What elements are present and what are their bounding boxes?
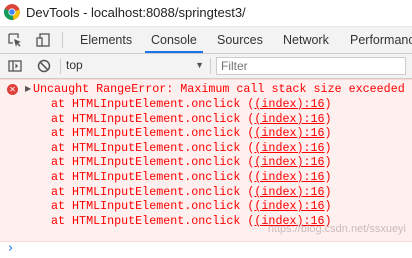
- source-link[interactable]: (index):16: [254, 199, 324, 213]
- window-title-bar: DevTools - localhost:8088/springtest3/: [0, 0, 412, 27]
- stack-frame-text: at HTMLInputElement.onclick (: [51, 213, 255, 228]
- console-prompt[interactable]: ›: [0, 241, 412, 258]
- error-text: Uncaught RangeError: Maximum call stack …: [33, 82, 405, 96]
- stack-trace-line: at HTMLInputElement.onclick ((index):16): [51, 112, 332, 126]
- source-link[interactable]: (index):16: [254, 126, 324, 140]
- stack-trace-line: at HTMLInputElement.onclick ((index):16): [51, 141, 332, 155]
- window-title: DevTools - localhost:8088/springtest3/: [26, 5, 246, 20]
- stack-trace-line: at HTMLInputElement.onclick ((index):16): [51, 155, 332, 169]
- stack-frame-text: at HTMLInputElement.onclick (: [51, 140, 255, 155]
- stack-trace-line: at HTMLInputElement.onclick ((index):16): [51, 199, 332, 213]
- stack-frame-suffix: ): [324, 184, 332, 199]
- devtools-tab-strip: Elements Console Sources Network Perform…: [0, 27, 412, 54]
- stack-frame-suffix: ): [324, 199, 332, 214]
- stack-trace-line: at HTMLInputElement.onclick ((index):16): [51, 97, 332, 111]
- tab-sources[interactable]: Sources: [217, 27, 263, 53]
- stack-frame-text: at HTMLInputElement.onclick (: [51, 126, 255, 141]
- toolbar-divider: [60, 58, 61, 74]
- clear-console-icon[interactable]: [35, 57, 53, 75]
- chrome-logo-icon: [4, 4, 20, 20]
- stack-frame-text: at HTMLInputElement.onclick (: [51, 155, 255, 170]
- chevron-down-icon: ▼: [195, 60, 204, 70]
- console-error-message: ✕ ▶ Uncaught RangeError: Maximum call st…: [0, 79, 412, 242]
- stack-frame-text: at HTMLInputElement.onclick (: [51, 111, 255, 126]
- stack-trace-line: at HTMLInputElement.onclick ((index):16): [51, 170, 332, 184]
- tab-console[interactable]: Console: [145, 27, 203, 53]
- watermark: https://blog.csdn.net/ssxueyi: [267, 223, 406, 235]
- stack-trace-line: at HTMLInputElement.onclick ((index):16): [51, 185, 332, 199]
- error-icon: ✕: [7, 84, 18, 95]
- tab-network[interactable]: Network: [283, 27, 329, 53]
- expand-triangle-icon[interactable]: ▶: [25, 84, 31, 93]
- source-link[interactable]: (index):16: [254, 112, 324, 126]
- inspect-element-icon[interactable]: [6, 31, 24, 49]
- stack-frame-suffix: ): [324, 111, 332, 126]
- prompt-chevron-icon: ›: [8, 241, 14, 256]
- source-link[interactable]: (index):16: [254, 185, 324, 199]
- tab-elements[interactable]: Elements: [80, 27, 132, 53]
- stack-frame-suffix: ): [324, 126, 332, 141]
- stack-frame-text: at HTMLInputElement.onclick (: [51, 97, 255, 111]
- context-selector-value: top: [66, 58, 83, 72]
- tab-performance[interactable]: Performanc: [350, 27, 412, 53]
- console-toolbar: top ▼: [0, 54, 412, 79]
- filter-input[interactable]: [216, 57, 406, 75]
- stack-frame-suffix: ): [324, 155, 332, 170]
- source-link[interactable]: (index):16: [254, 170, 324, 184]
- source-link[interactable]: (index):16: [254, 141, 324, 155]
- stack-frame-suffix: ): [324, 170, 332, 184]
- toolbar-divider: [210, 58, 211, 74]
- device-toolbar-icon[interactable]: [34, 31, 52, 49]
- stack-frame-suffix: ): [324, 97, 332, 111]
- stack-frame-text: at HTMLInputElement.onclick (: [51, 184, 255, 199]
- stack-frame-text: at HTMLInputElement.onclick (: [51, 170, 255, 184]
- stack-frame-text: at HTMLInputElement.onclick (: [51, 199, 255, 214]
- context-selector[interactable]: top ▼: [66, 57, 206, 74]
- source-link[interactable]: (index):16: [254, 97, 324, 111]
- stack-frame-suffix: ): [324, 140, 332, 155]
- stack-trace-line: at HTMLInputElement.onclick ((index):16): [51, 126, 332, 140]
- toolbar-divider: [62, 32, 63, 48]
- console-sidebar-icon[interactable]: [6, 57, 24, 75]
- source-link[interactable]: (index):16: [254, 155, 324, 169]
